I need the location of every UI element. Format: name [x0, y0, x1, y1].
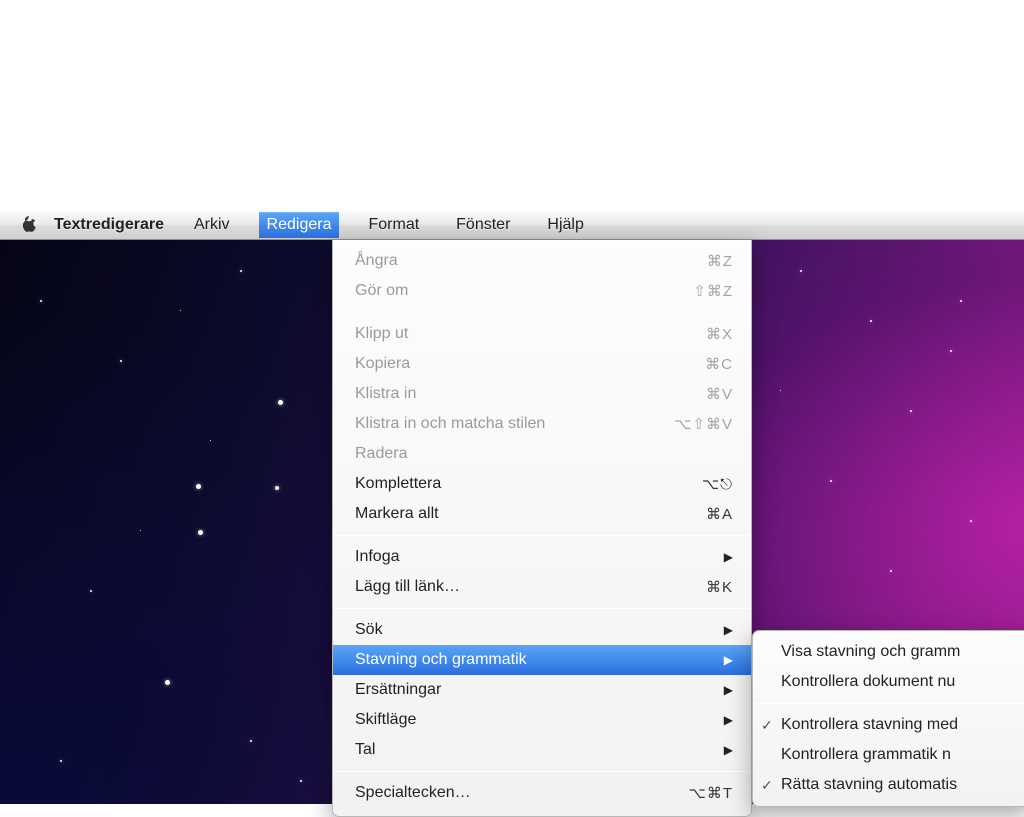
- menu-divider: [334, 535, 750, 536]
- dropdown-stavning-grammatik: Visa stavning och gramm Kontrollera doku…: [752, 630, 1024, 807]
- menu-item-sok[interactable]: Sök ▶: [333, 615, 751, 645]
- app-name[interactable]: Textredigerare: [54, 216, 164, 234]
- menu-item-skiftlage[interactable]: Skiftläge ▶: [333, 705, 751, 735]
- submenu-arrow-icon: ▶: [724, 683, 733, 697]
- submenu-item-kontrollera-stavning[interactable]: ✓ Kontrollera stavning med: [753, 710, 1024, 740]
- menu-item-ersattningar[interactable]: Ersättningar ▶: [333, 675, 751, 705]
- menu-item-klistra-in[interactable]: Klistra in ⌘V: [333, 379, 751, 409]
- menu-item-radera[interactable]: Radera: [333, 439, 751, 469]
- menu-divider: [334, 608, 750, 609]
- menu-item-infoga[interactable]: Infoga ▶: [333, 542, 751, 572]
- submenu-arrow-icon: ▶: [724, 550, 733, 564]
- menu-item-kopiera[interactable]: Kopiera ⌘C: [333, 349, 751, 379]
- menu-item-komplettera[interactable]: Komplettera ⌥⎋: [333, 469, 751, 499]
- menu-hjalp[interactable]: Hjälp: [539, 212, 591, 238]
- menu-item-tal[interactable]: Tal ▶: [333, 735, 751, 765]
- menu-divider: [334, 771, 750, 772]
- dropdown-redigera: Ångra ⌘Z Gör om ⇧⌘Z Klipp ut ⌘X Kopiera …: [332, 240, 752, 817]
- submenu-arrow-icon: ▶: [724, 653, 733, 667]
- checkmark-icon: ✓: [761, 717, 773, 734]
- menu-divider: [334, 312, 750, 313]
- menubar: Textredigerare Arkiv Redigera Format Fön…: [0, 211, 1024, 240]
- menu-item-klipp-ut[interactable]: Klipp ut ⌘X: [333, 319, 751, 349]
- menu-fonster[interactable]: Fönster: [448, 212, 518, 238]
- menu-item-lagg-till-lank[interactable]: Lägg till länk… ⌘K: [333, 572, 751, 602]
- submenu-arrow-icon: ▶: [724, 623, 733, 637]
- apple-menu-icon[interactable]: [18, 215, 36, 235]
- menu-item-klistra-in-matcha[interactable]: Klistra in och matcha stilen ⌥⇧⌘V: [333, 409, 751, 439]
- submenu-item-kontrollera-grammatik[interactable]: Kontrollera grammatik n: [753, 740, 1024, 770]
- checkmark-icon: ✓: [761, 777, 773, 794]
- submenu-item-ratta-auto[interactable]: ✓ Rätta stavning automatis: [753, 770, 1024, 800]
- submenu-arrow-icon: ▶: [724, 743, 733, 757]
- submenu-item-visa-stavning[interactable]: Visa stavning och gramm: [753, 637, 1024, 667]
- menu-format[interactable]: Format: [360, 212, 427, 238]
- submenu-arrow-icon: ▶: [724, 713, 733, 727]
- menu-item-angra[interactable]: Ångra ⌘Z: [333, 246, 751, 276]
- menu-item-stavning-grammatik[interactable]: Stavning och grammatik ▶: [333, 645, 751, 675]
- menu-arkiv[interactable]: Arkiv: [186, 212, 238, 238]
- menu-redigera[interactable]: Redigera: [259, 212, 340, 238]
- menu-item-markera-allt[interactable]: Markera allt ⌘A: [333, 499, 751, 529]
- menu-divider: [754, 703, 1024, 704]
- submenu-item-kontrollera-nu[interactable]: Kontrollera dokument nu: [753, 667, 1024, 697]
- menu-item-gor-om[interactable]: Gör om ⇧⌘Z: [333, 276, 751, 306]
